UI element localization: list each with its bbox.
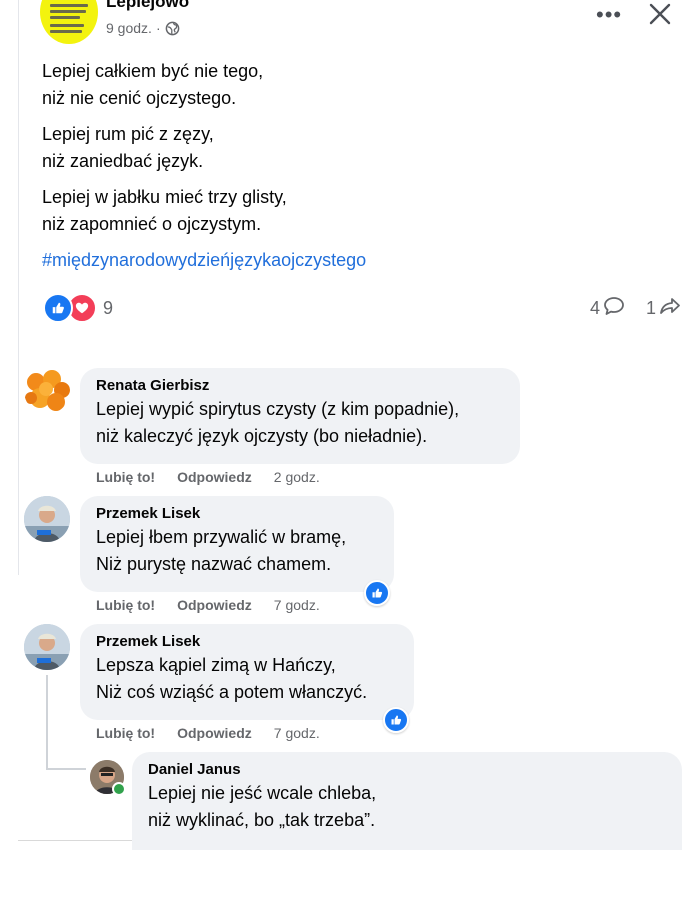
comments-count-link[interactable]: 4 <box>590 296 625 321</box>
comment-icon <box>603 296 625 321</box>
comment-text: Lepsza kąpiel zimą w Hańczy, Niż coś wzią… <box>96 655 368 702</box>
post-text: Lepiej całkiem być nie tego, niż nie ceni… <box>42 58 642 283</box>
avatar[interactable] <box>24 496 70 542</box>
reactions-summary[interactable]: 9 <box>43 293 113 323</box>
comment-time[interactable]: 7 godz. <box>274 597 320 613</box>
comment-count: 4 <box>590 298 601 318</box>
like-icon[interactable] <box>383 707 409 733</box>
comment-time[interactable]: 7 godz. <box>274 725 320 741</box>
hashtag-link[interactable]: #międzynarodowydzieńjęzykaojczystego <box>42 247 642 274</box>
thread-line <box>46 675 48 770</box>
like-comment-button[interactable]: Lubię to! <box>96 469 155 485</box>
meta-separator: · <box>155 20 161 36</box>
post-time[interactable]: 9 godz. <box>106 20 152 36</box>
comment-actions: Lubię to! Odpowiedz 7 godz. <box>96 597 320 613</box>
like-icon <box>43 293 73 323</box>
page-name[interactable]: Lepiejowo <box>106 0 189 12</box>
share-count: 1 <box>646 298 657 318</box>
more-options-button[interactable]: ••• <box>596 2 622 28</box>
stanza-2: Lepiej rum pić z zęzy, niż zaniedbać języ… <box>42 124 214 171</box>
comment-actions: Lubię to! Odpowiedz 2 godz. <box>96 469 320 485</box>
comment-actions: Lubię to! Odpowiedz 7 godz. <box>96 725 320 741</box>
comment-text: Lepiej wypić spirytus czysty (z kim popa… <box>96 399 460 446</box>
comment-author[interactable]: Renata Gierbisz <box>96 376 506 396</box>
comment-author[interactable]: Przemek Lisek <box>96 504 380 524</box>
post-meta: 9 godz. · <box>106 20 180 36</box>
like-comment-button[interactable]: Lubię to! <box>96 725 155 741</box>
comment-text: Lepiej nie jeść wcale chleba, niż wyklina… <box>148 783 377 830</box>
comment-bubble: Przemek Lisek Lepsza kąpiel zimą w Hańcz… <box>80 624 414 720</box>
reply-button[interactable]: Odpowiedz <box>177 725 252 741</box>
reply-button[interactable]: Odpowiedz <box>177 469 252 485</box>
close-icon[interactable] <box>648 2 672 26</box>
thread-line <box>46 768 86 770</box>
comment-time[interactable]: 2 godz. <box>274 469 320 485</box>
comment-bubble: Przemek Lisek Lepiej łbem przywalić w br… <box>80 496 394 592</box>
stanza-3: Lepiej w jabłku mieć trzy glisty, niż zap… <box>42 187 287 234</box>
reply-button[interactable]: Odpowiedz <box>177 597 252 613</box>
share-icon <box>659 296 681 321</box>
comment-author[interactable]: Daniel Janus <box>148 760 668 780</box>
comment-bubble: Renata Gierbisz Lepiej wypić spirytus cz… <box>80 368 520 464</box>
comment-author[interactable]: Przemek Lisek <box>96 632 400 652</box>
online-status-indicator <box>112 782 126 796</box>
stanza-1: Lepiej całkiem być nie tego, niż nie ceni… <box>42 61 264 108</box>
like-comment-button[interactable]: Lubię to! <box>96 597 155 613</box>
reaction-count: 9 <box>103 297 114 318</box>
avatar[interactable] <box>24 624 70 670</box>
like-icon[interactable] <box>364 580 390 606</box>
comment-bubble: Daniel Janus Lepiej nie jeść wcale chleb… <box>132 752 682 850</box>
globe-icon <box>165 21 180 36</box>
shares-count-link[interactable]: 1 <box>646 296 681 321</box>
comment-text: Lepiej łbem przywalić w bramę, Niż puryst… <box>96 527 347 574</box>
avatar[interactable] <box>24 368 70 414</box>
